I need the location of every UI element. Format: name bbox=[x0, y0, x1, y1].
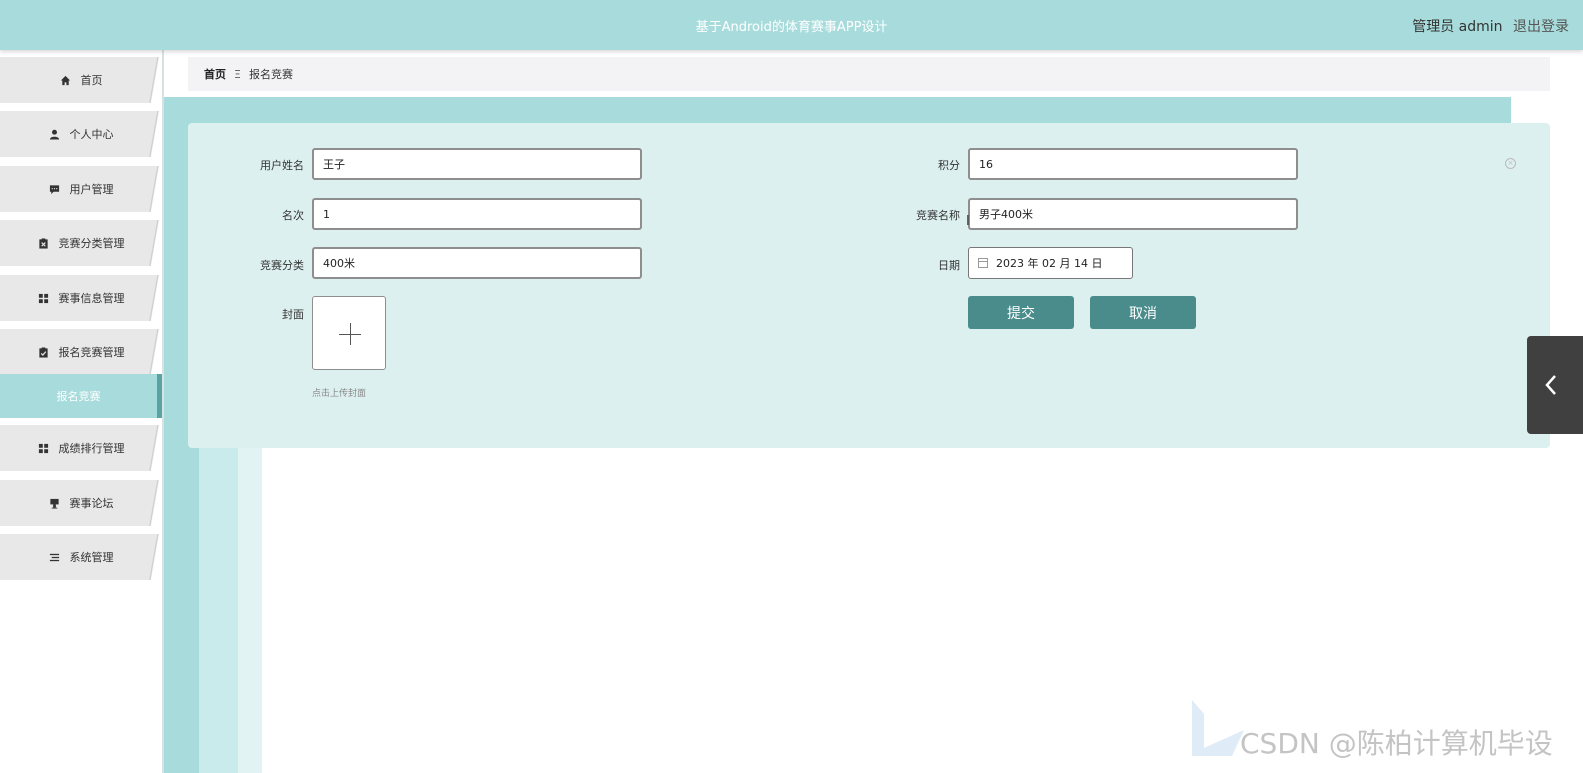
upload-hint: 点击上传封面 bbox=[312, 389, 367, 399]
sidebar-item-label: 竞赛分类管理 bbox=[58, 237, 125, 250]
breadcrumb-home[interactable]: 首页 bbox=[204, 66, 226, 82]
score-label: 积分 bbox=[938, 159, 960, 172]
cover-label: 封面 bbox=[282, 308, 304, 321]
sidebar: 首页 个人中心 用户管理 竞赛分类管理 赛事信息管理 报名竞赛管理 报名竞赛 成… bbox=[0, 50, 164, 773]
app-title: 基于Android的体育赛事APP设计 bbox=[695, 20, 888, 35]
user-icon bbox=[49, 129, 59, 140]
chevron-left-icon bbox=[1545, 375, 1556, 395]
calendar-icon bbox=[978, 258, 988, 268]
sidebar-item-label: 成绩排行管理 bbox=[58, 442, 125, 455]
sidebar-item-profile[interactable]: 个人中心 bbox=[0, 111, 162, 157]
sidebar-item-label: 个人中心 bbox=[69, 128, 114, 141]
date-picker[interactable]: 2023 年 02 月 14 日 bbox=[968, 247, 1133, 279]
sidebar-item-registration-manage[interactable]: 报名竞赛管理 bbox=[0, 329, 162, 375]
user-area: 管理员 admin 退出登录 bbox=[1412, 16, 1569, 36]
top-bar: 基于Android的体育赛事APP设计 管理员 admin 退出登录 bbox=[0, 0, 1583, 50]
sidebar-item-label: 报名竞赛 bbox=[56, 390, 101, 403]
category-label: 竞赛分类 bbox=[260, 259, 304, 272]
content-background-strip bbox=[238, 440, 262, 773]
sidebar-item-ranking[interactable]: 成绩排行管理 bbox=[0, 425, 162, 471]
sidebar-item-events[interactable]: 赛事信息管理 bbox=[0, 275, 162, 321]
sidebar-item-label: 首页 bbox=[80, 74, 103, 87]
collapse-panel-tab[interactable] bbox=[1527, 336, 1583, 434]
grid-icon bbox=[38, 443, 48, 453]
sidebar-item-label: 赛事论坛 bbox=[69, 497, 114, 510]
sidebar-item-label: 报名竞赛管理 bbox=[58, 346, 125, 359]
cancel-button[interactable]: 取消 bbox=[1090, 296, 1196, 329]
sidebar-item-system[interactable]: 系统管理 bbox=[0, 534, 162, 580]
watermark: CSDN @陈柏计算机毕设 bbox=[1186, 700, 1583, 773]
sidebar-item-users[interactable]: 用户管理 bbox=[0, 166, 162, 212]
breadcrumb: 首页 Ξ 报名竞赛 bbox=[188, 57, 1550, 91]
user-label: 管理员 admin bbox=[1412, 19, 1503, 35]
competition-name-field[interactable]: 男子400米 bbox=[968, 198, 1298, 230]
close-icon[interactable]: × bbox=[1505, 158, 1516, 169]
sidebar-item-label: 系统管理 bbox=[69, 551, 114, 564]
date-label: 日期 bbox=[938, 259, 960, 272]
podium-icon bbox=[49, 498, 59, 509]
home-icon bbox=[60, 75, 70, 85]
grid-icon bbox=[38, 293, 48, 303]
score-field[interactable]: 16 bbox=[968, 148, 1298, 180]
clipboard-check-icon bbox=[38, 346, 48, 358]
breadcrumb-current: 报名竞赛 bbox=[248, 68, 293, 81]
watermark-text: CSDN @陈柏计算机毕设 bbox=[1240, 727, 1553, 760]
plus-icon bbox=[350, 323, 351, 345]
clipboard-x-icon bbox=[38, 237, 48, 249]
csdn-logo-icon bbox=[1192, 700, 1244, 756]
cover-upload-button[interactable] bbox=[312, 296, 386, 370]
chat-icon bbox=[49, 184, 59, 194]
date-value: 2023 年 02 月 14 日 bbox=[996, 257, 1103, 270]
category-field[interactable]: 400米 bbox=[312, 247, 642, 279]
sidebar-item-registration[interactable]: 报名竞赛 bbox=[0, 374, 162, 418]
content-background-strip bbox=[199, 440, 239, 773]
sidebar-item-category[interactable]: 竞赛分类管理 bbox=[0, 220, 162, 266]
text-cursor-icon: I bbox=[966, 214, 970, 229]
sidebar-item-label: 用户管理 bbox=[69, 183, 114, 196]
competition-name-label: 竞赛名称 bbox=[916, 209, 960, 222]
rank-field[interactable]: 1 bbox=[312, 198, 642, 230]
sidebar-item-home[interactable]: 首页 bbox=[0, 57, 162, 103]
sidebar-item-label: 赛事信息管理 bbox=[58, 292, 125, 305]
submit-button[interactable]: 提交 bbox=[968, 296, 1074, 329]
username-field[interactable]: 王子 bbox=[312, 148, 642, 180]
breadcrumb-separator: Ξ bbox=[234, 67, 241, 81]
list-icon bbox=[49, 553, 59, 561]
username-label: 用户姓名 bbox=[260, 159, 304, 172]
rank-label: 名次 bbox=[282, 209, 304, 222]
logout-link[interactable]: 退出登录 bbox=[1513, 19, 1569, 35]
sidebar-item-forum[interactable]: 赛事论坛 bbox=[0, 480, 162, 526]
